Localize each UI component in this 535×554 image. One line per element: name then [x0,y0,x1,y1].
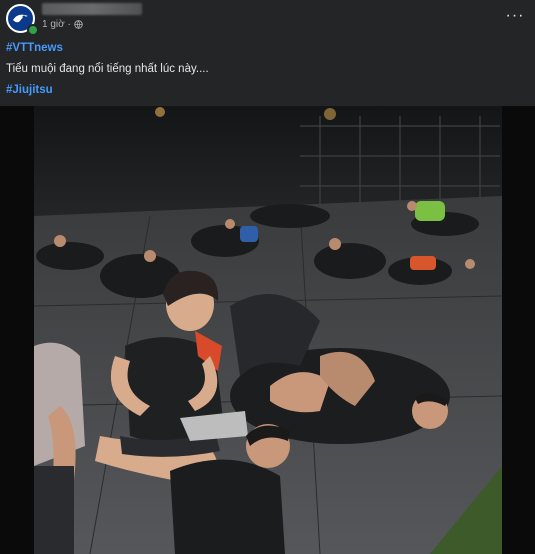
online-status-dot [27,24,39,36]
globe-icon [74,20,83,29]
post-meta: 1 giờ · [42,19,83,30]
post-caption: Tiểu muội đang nổi tiếng nhất lúc này...… [6,63,209,75]
hashtag-jiujitsu[interactable]: #Jiujitsu [6,83,53,97]
more-options-button[interactable]: ··· [503,6,527,26]
post-photo[interactable] [0,106,535,554]
post-time[interactable]: 1 giờ · [42,19,71,30]
more-options-icon: ··· [505,7,525,24]
author-name-redacted[interactable] [42,3,142,15]
jiujitsu-training-photo [0,106,535,554]
hashtag-vttnews[interactable]: #VTTnews [6,41,63,55]
post-header: 1 giờ · ··· [0,0,535,36]
